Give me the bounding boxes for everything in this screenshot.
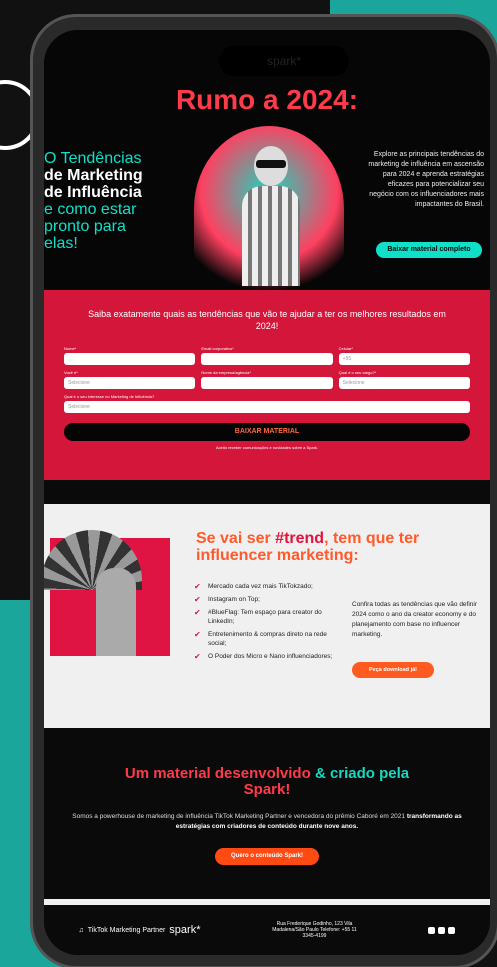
woman-with-headphones-image xyxy=(234,146,304,286)
social-icons xyxy=(428,926,456,934)
position-select[interactable]: Selecione xyxy=(338,377,470,389)
consent-text: Aceito receber comunicações e novidades … xyxy=(215,445,319,450)
list-item: Entretenimento & compras direto na rede … xyxy=(194,630,344,648)
trend-section: Se vai ser #trend, tem que ter influence… xyxy=(44,504,490,728)
hero-photo xyxy=(194,126,344,291)
company-input[interactable] xyxy=(201,377,333,389)
role-select[interactable]: Selecione xyxy=(64,377,196,389)
about-title: Um material desenvolvido & criado pela Sp… xyxy=(124,765,410,798)
list-item: O Poder dos Micro e Nano influenciadores… xyxy=(194,652,344,661)
email-input[interactable] xyxy=(201,353,333,365)
lead-form: Saiba exatamente quais as tendências que… xyxy=(44,290,490,480)
linkedin-icon[interactable] xyxy=(438,926,446,934)
youtube-icon[interactable] xyxy=(448,926,456,934)
trend-title: Se vai ser #trend, tem que ter influence… xyxy=(196,530,420,564)
trend-list: Mercado cada vez mais TikTokzado; Instag… xyxy=(194,582,344,665)
trend-description: Confira todas as tendências que vão defi… xyxy=(352,601,478,638)
submit-button[interactable]: BAIXAR MATERIAL xyxy=(64,423,470,441)
spacer xyxy=(44,480,490,504)
spark-content-button[interactable]: Quero o conteúdo Spark! xyxy=(215,848,319,865)
instagram-icon[interactable] xyxy=(428,926,436,934)
list-item: Mercado cada vez mais TikTokzado; xyxy=(194,582,344,591)
list-item: Instagram on Top; xyxy=(194,595,344,604)
about-section: Um material desenvolvido & criado pela Sp… xyxy=(44,728,490,865)
tiktok-partner-logo: ♫ TikTok Marketing Partner spark* xyxy=(78,924,201,936)
hero-title: Rumo a 2024: xyxy=(175,84,359,115)
request-download-button[interactable]: Peça download já! xyxy=(352,662,434,678)
form-heading: Saiba exatamente quais as tendências que… xyxy=(88,309,446,331)
hero-headline: O Tendências de Marketing de Influência … xyxy=(44,150,143,252)
phone-input[interactable]: +55 xyxy=(338,353,470,365)
download-material-button[interactable]: Baixar material completo xyxy=(376,242,482,258)
name-input[interactable] xyxy=(64,353,196,365)
woman-with-umbrella-image xyxy=(44,530,170,656)
background: spark* Rumo a 2024: O Tendências de Mark… xyxy=(0,0,497,967)
interest-select[interactable]: Selecione xyxy=(64,401,470,413)
hero-description: Explore as principais tendências do mark… xyxy=(368,151,484,208)
footer-address: Rua Frederique Godinho, 123 Vila Madalen… xyxy=(272,921,357,939)
tiktok-icon: ♫ xyxy=(78,926,84,934)
about-text: Somos a powerhouse de marketing de influ… xyxy=(72,813,462,830)
footer: ♫ TikTok Marketing Partner spark* Rua Fr… xyxy=(44,899,490,955)
phone-screen: spark* Rumo a 2024: O Tendências de Mark… xyxy=(44,30,490,955)
dynamic-island: spark* xyxy=(219,46,349,76)
list-item: #BlueFlag: Tem espaço para creator do Li… xyxy=(194,608,344,626)
